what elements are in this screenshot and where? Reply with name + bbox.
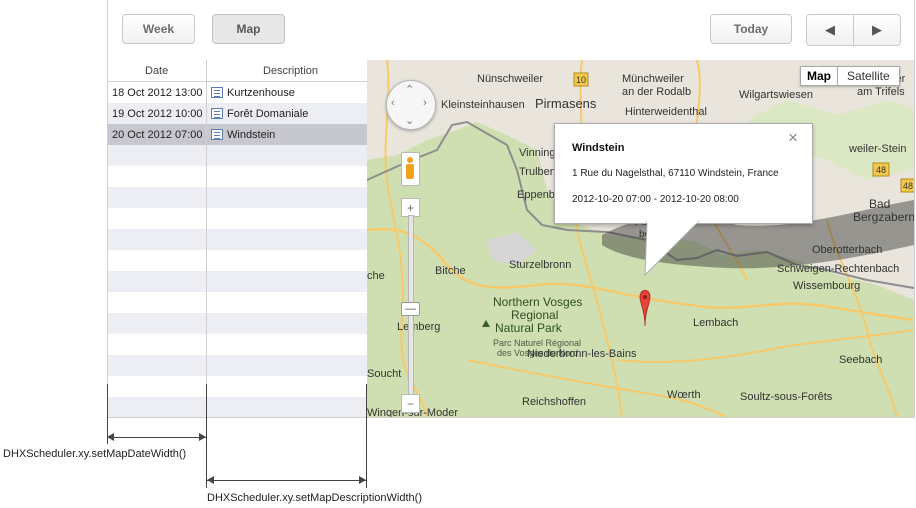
popup-pointer [644, 221, 700, 277]
empty-row [108, 313, 367, 334]
event-rows: 18 Oct 2012 13:00 Kurtzenhouse 19 Oct 2012… [108, 82, 367, 417]
empty-row [108, 166, 367, 187]
place-label: Nünschweiler [477, 73, 543, 85]
empty-row [108, 355, 367, 376]
next-arrow-icon[interactable]: ▶ [853, 15, 900, 45]
event-details-icon[interactable] [211, 87, 223, 98]
event-list-header: Date Description [108, 60, 367, 82]
popup-address: 1 Rue du Nagelsthal, 67110 Windstein, Fr… [572, 168, 779, 179]
event-date: 19 Oct 2012 10:00 [112, 107, 203, 120]
arrowhead-left [107, 433, 114, 441]
place-label: Lemberg [397, 321, 440, 333]
place-label: Trulben [519, 166, 556, 178]
place-label: Wissembourg [793, 280, 860, 292]
map-type-control: Map Satellite [800, 66, 900, 86]
pegman-head-icon [407, 157, 413, 163]
place-label: Seebach [839, 354, 882, 366]
event-date: 20 Oct 2012 07:00 [112, 128, 203, 141]
event-row[interactable]: 20 Oct 2012 07:00 Windstein [108, 124, 367, 145]
pan-up-icon[interactable]: ⌃ [405, 83, 414, 96]
scheduler: Week Map Today ◀ ▶ Date Description 18 O… [107, 0, 915, 418]
today-button[interactable]: Today [710, 14, 792, 44]
description-column-header: Description [263, 65, 319, 77]
map-info-popup: Windstein 1 Rue du Nagelsthal, 67110 Win… [554, 123, 813, 224]
pan-left-icon[interactable]: ‹ [391, 97, 395, 109]
road-badge-label: 48 [876, 165, 886, 175]
empty-row [108, 229, 367, 250]
arrowhead-right [199, 433, 206, 441]
place-label: Oberotterbach [812, 244, 882, 256]
empty-row [108, 187, 367, 208]
event-row[interactable]: 18 Oct 2012 13:00 Kurtzenhouse [108, 82, 367, 103]
map-type-map-button[interactable]: Map [801, 67, 838, 85]
place-label: Soultz-sous-Forêts [740, 391, 833, 403]
week-tab-button[interactable]: Week [122, 14, 195, 44]
column-divider [206, 60, 207, 417]
empty-row [108, 208, 367, 229]
description-width-tick-right [366, 384, 367, 488]
event-description: Kurtzenhouse [227, 86, 295, 99]
event-description-cell: Kurtzenhouse [206, 87, 367, 99]
description-width-annotation: DHXScheduler.xy.setMapDescriptionWidth() [207, 492, 422, 504]
date-width-annotation: DHXScheduler.xy.setMapDateWidth() [3, 448, 187, 460]
place-label: Reichshoffen [522, 396, 586, 408]
map-tab-button[interactable]: Map [212, 14, 285, 44]
place-label: Eppenbr [517, 189, 559, 201]
empty-row [108, 376, 367, 397]
description-width-dimension-line [207, 480, 366, 481]
event-description: Forêt Domaniale [227, 107, 309, 120]
event-details-icon[interactable] [211, 129, 223, 140]
place-label: che [367, 270, 385, 282]
event-date: 18 Oct 2012 13:00 [112, 86, 203, 99]
event-description-cell: Windstein [206, 129, 367, 141]
place-label: weiler-Stein [848, 143, 906, 155]
date-column-header: Date [145, 65, 169, 77]
pan-right-icon[interactable]: › [423, 97, 427, 109]
empty-row [108, 292, 367, 313]
event-description-cell: Forêt Domaniale [206, 108, 367, 120]
place-label: Münchweiler an der Rodalb [622, 73, 691, 98]
zoom-slider-handle[interactable]: — [401, 302, 420, 316]
place-label: Kleinsteinhausen [441, 99, 525, 111]
place-label: Lembach [693, 317, 738, 329]
toolbar: Week Map Today ◀ ▶ [108, 0, 914, 61]
place-label: Soucht [367, 368, 401, 380]
street-view-pegman[interactable] [401, 152, 420, 186]
map-type-satellite-button[interactable]: Satellite [838, 67, 899, 85]
close-icon[interactable]: × [788, 129, 798, 146]
arrowhead-left [207, 476, 214, 484]
pan-down-icon[interactable]: ⌄ [405, 114, 414, 127]
event-row[interactable]: 19 Oct 2012 10:00 Forêt Domaniale [108, 103, 367, 124]
event-list: Date Description 18 Oct 2012 13:00 Kurtze… [108, 60, 367, 417]
popup-time: 2012-10-20 07:00 - 2012-10-20 08:00 [572, 194, 739, 205]
empty-row [108, 145, 367, 166]
event-description: Windstein [227, 128, 276, 141]
event-details-icon[interactable] [211, 108, 223, 119]
place-label: Sturzelbronn [509, 259, 571, 271]
pegman-body-icon [406, 164, 414, 179]
empty-row [108, 334, 367, 355]
road-badge-label: 48 [903, 181, 913, 191]
date-width-dimension-line [108, 437, 206, 438]
pan-control[interactable]: ⌃ ⌄ ‹ › [386, 80, 436, 130]
map-marker-dot [643, 295, 647, 299]
empty-row [108, 250, 367, 271]
place-label: Hinterweidenthal [625, 106, 707, 118]
prev-arrow-icon[interactable]: ◀ [807, 15, 853, 45]
empty-row [108, 397, 367, 417]
nav-button-group: ◀ ▶ [806, 14, 901, 46]
place-label: Pirmasens [535, 96, 597, 111]
place-label: Wœrth [667, 389, 701, 401]
popup-title: Windstein [572, 142, 625, 154]
place-label: Niederbronn-les-Bains [527, 348, 637, 360]
road-badge-label: 10 [576, 75, 586, 85]
place-label: Bitche [435, 265, 466, 277]
place-label: Wilgartswiesen [739, 89, 813, 101]
arrowhead-right [359, 476, 366, 484]
map-view[interactable]: 10 10 48 48 Nünschweiler Kleinsteinhause… [367, 60, 914, 417]
zoom-out-button[interactable]: − [401, 394, 420, 413]
place-label: Schweigen-Rechtenbach [777, 263, 899, 275]
empty-row [108, 271, 367, 292]
date-width-tick-right [206, 384, 207, 488]
